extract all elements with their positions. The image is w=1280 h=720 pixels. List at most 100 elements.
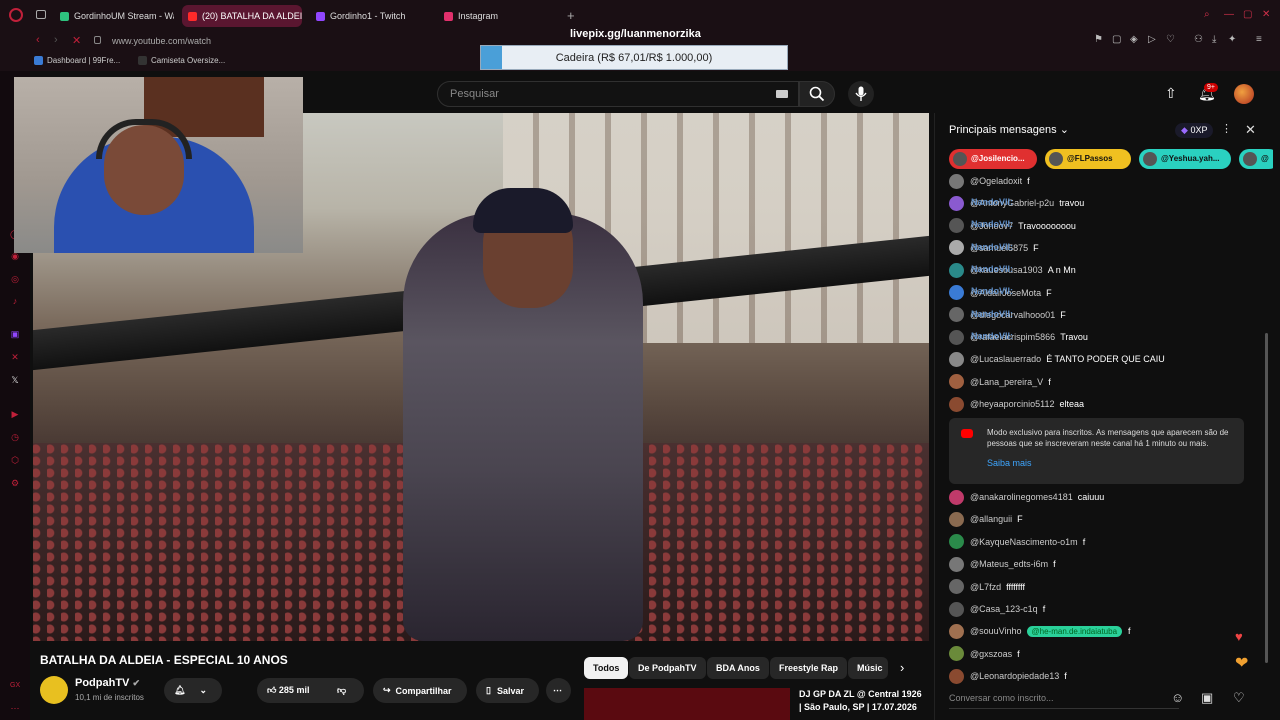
chips-next-icon[interactable]: › <box>900 660 904 675</box>
related-video-title[interactable]: DJ GP DA ZL @ Central 1926 | São Paulo, S… <box>799 688 929 714</box>
share-button[interactable]: ↪ Compartilhar <box>373 678 467 703</box>
chat-avatar[interactable] <box>949 262 964 278</box>
chat-author[interactable]: @Leonardopiedade13 <box>970 671 1059 681</box>
chat-author[interactable]: @souuVinho <box>970 626 1022 636</box>
chat-avatar[interactable] <box>949 511 964 527</box>
dislike-button[interactable]: 👎︎ <box>337 685 346 696</box>
stop-loading-icon[interactable]: ✕ <box>72 34 81 47</box>
channel-avatar[interactable] <box>40 676 68 704</box>
adblock-shield-icon[interactable]: ◈ <box>1130 34 1138 45</box>
sidebar-settings-icon[interactable]: ⚙ <box>10 478 20 488</box>
user-avatar[interactable] <box>1234 84 1254 104</box>
maximize-icon[interactable]: ▢ <box>1243 9 1252 20</box>
chat-author[interactable]: @Lucaslauerrado <box>970 354 1041 364</box>
sidebar-extensions-icon[interactable]: ⬡ <box>10 455 20 465</box>
search-tabs-icon[interactable]: ⌕ <box>1204 9 1210 20</box>
aria-ai-icon[interactable]: ✦ <box>1228 34 1236 45</box>
chat-menu-icon[interactable]: ⋮ <box>1221 122 1232 135</box>
chat-mode-dropdown[interactable]: Principais mensagens ⌄ <box>949 123 1069 136</box>
chat-avatar[interactable] <box>949 601 964 617</box>
url-field[interactable]: www.youtube.com/watch <box>112 36 211 46</box>
chip-musica[interactable]: Músic <box>848 657 888 679</box>
chat-author[interactable]: @heyaaporcinio5112 <box>970 399 1055 409</box>
sidebar-twitch-icon[interactable]: ▣ <box>10 329 20 339</box>
voice-search-button[interactable] <box>848 81 874 107</box>
related-video-thumbnail[interactable] <box>584 688 790 720</box>
chat-avatar[interactable] <box>949 173 964 189</box>
chat-avatar[interactable] <box>949 329 964 345</box>
tab-batalha-da-aldeia[interactable]: (20) BATALHA DA ALDEIA <box>182 5 302 27</box>
download-icon[interactable]: ⤓ <box>1212 34 1216 45</box>
chat-avatar[interactable] <box>949 195 964 211</box>
chip-de-podpahtv[interactable]: De PodpahTV <box>629 657 706 679</box>
search-input[interactable]: Pesquisar <box>437 81 799 107</box>
account-icon[interactable]: ⚇ <box>1194 34 1203 45</box>
ticker-item[interactable]: @ <box>1239 149 1273 169</box>
chat-author[interactable]: @anakarolinegomes4181 <box>970 492 1073 502</box>
sidebar-instagram-icon[interactable]: ◎ <box>10 274 20 284</box>
close-chat-icon[interactable]: ✕ <box>1245 122 1256 138</box>
sidebar-more-icon[interactable]: ⋯ <box>10 703 20 713</box>
chat-avatar[interactable] <box>949 668 964 684</box>
chat-author[interactable]: @gxszoas <box>970 649 1012 659</box>
minimize-icon[interactable]: — <box>1224 9 1234 20</box>
chat-scrollbar[interactable] <box>1265 333 1268 663</box>
chat-avatar[interactable] <box>949 218 964 234</box>
close-window-icon[interactable]: ✕ <box>1262 9 1270 20</box>
chat-avatar[interactable] <box>949 489 964 505</box>
player-icon[interactable]: ▷ <box>1148 34 1156 45</box>
learn-more-link[interactable]: Saiba mais <box>987 458 1032 468</box>
chat-avatar[interactable] <box>949 351 964 367</box>
keyboard-icon[interactable] <box>776 90 788 98</box>
sidebar-gx-icon[interactable]: GX <box>10 681 20 691</box>
back-icon[interactable]: ‹ <box>36 34 40 46</box>
bookmark-dashboard[interactable]: Dashboard | 99Fre... <box>34 56 120 65</box>
ticker-item[interactable]: @Josilencio... <box>949 149 1037 169</box>
emoji-picker-icon[interactable]: ☺ <box>1171 690 1184 705</box>
chat-author[interactable]: @L7fzd <box>970 582 1001 592</box>
search-button[interactable] <box>799 81 835 107</box>
chat-avatar[interactable] <box>949 240 964 256</box>
like-button[interactable]: 👍︎ 285 mil <box>267 685 309 696</box>
xp-badge[interactable]: ◆ 0XP <box>1175 123 1214 138</box>
chat-author[interactable]: @Casa_123-c1q <box>970 604 1038 614</box>
channel-name[interactable]: PodpahTV ✔ <box>75 677 140 689</box>
chip-todos[interactable]: Todos <box>584 657 629 679</box>
chip-freestyle-rap[interactable]: Freestyle Rap <box>770 657 848 679</box>
chat-avatar[interactable] <box>949 646 964 662</box>
chip-bda-anos[interactable]: BDA Anos <box>707 657 769 679</box>
chat-avatar[interactable] <box>949 534 964 550</box>
sidebar-player-icon[interactable]: ▶ <box>10 409 20 419</box>
new-tab-button[interactable]: + <box>567 8 575 23</box>
ticker-item[interactable]: @FLPassos <box>1045 149 1131 169</box>
opera-logo-icon[interactable] <box>9 8 23 22</box>
ticker-item[interactable]: @Yeshua.yah... <box>1139 149 1231 169</box>
forward-icon[interactable]: › <box>54 34 58 46</box>
chat-heart-icon[interactable]: ♡ <box>1233 690 1245 706</box>
tab-gordinhoum-stream[interactable]: GordinhoUM Stream - Watc <box>60 5 174 27</box>
chat-avatar[interactable] <box>949 556 964 572</box>
chat-avatar[interactable] <box>949 285 964 300</box>
chat-author[interactable]: @Lana_pereira_V <box>970 377 1043 387</box>
chat-avatar[interactable] <box>949 579 964 595</box>
bookmark-icon[interactable]: ⚑ <box>1094 34 1103 45</box>
tab-list-icon[interactable] <box>36 10 46 19</box>
sidebar-history-icon[interactable]: ◷ <box>10 432 20 442</box>
sidebar-x-icon[interactable]: 𝕏 <box>10 375 20 385</box>
heart-icon[interactable]: ♡ <box>1166 34 1175 45</box>
tab-instagram[interactable]: Instagram <box>444 5 544 27</box>
chat-author[interactable]: @Ogeladoxit <box>970 176 1022 186</box>
tab-gordinho1-twitch[interactable]: Gordinho1 - Twitch <box>316 5 436 27</box>
super-chat-icon[interactable]: ▣ <box>1201 690 1213 706</box>
upload-icon[interactable]: ⇧ <box>1165 85 1177 102</box>
subscription-bell-button[interactable]: 🔔︎ ⌄ <box>164 678 222 703</box>
chat-avatar[interactable] <box>949 374 964 390</box>
chat-author[interactable]: @allanguii <box>970 514 1012 524</box>
snapshot-icon[interactable]: ▢ <box>1112 34 1121 45</box>
sidebar-music-icon[interactable]: ♪ <box>10 296 20 306</box>
more-actions-button[interactable]: ⋯ <box>546 678 571 703</box>
chat-author[interactable]: @KayqueNascimento-o1m <box>970 537 1078 547</box>
save-button[interactable]: ▯ Salvar <box>476 678 539 703</box>
chat-input[interactable]: Conversar como inscrito... <box>949 689 1179 709</box>
chat-avatar[interactable] <box>949 307 964 323</box>
